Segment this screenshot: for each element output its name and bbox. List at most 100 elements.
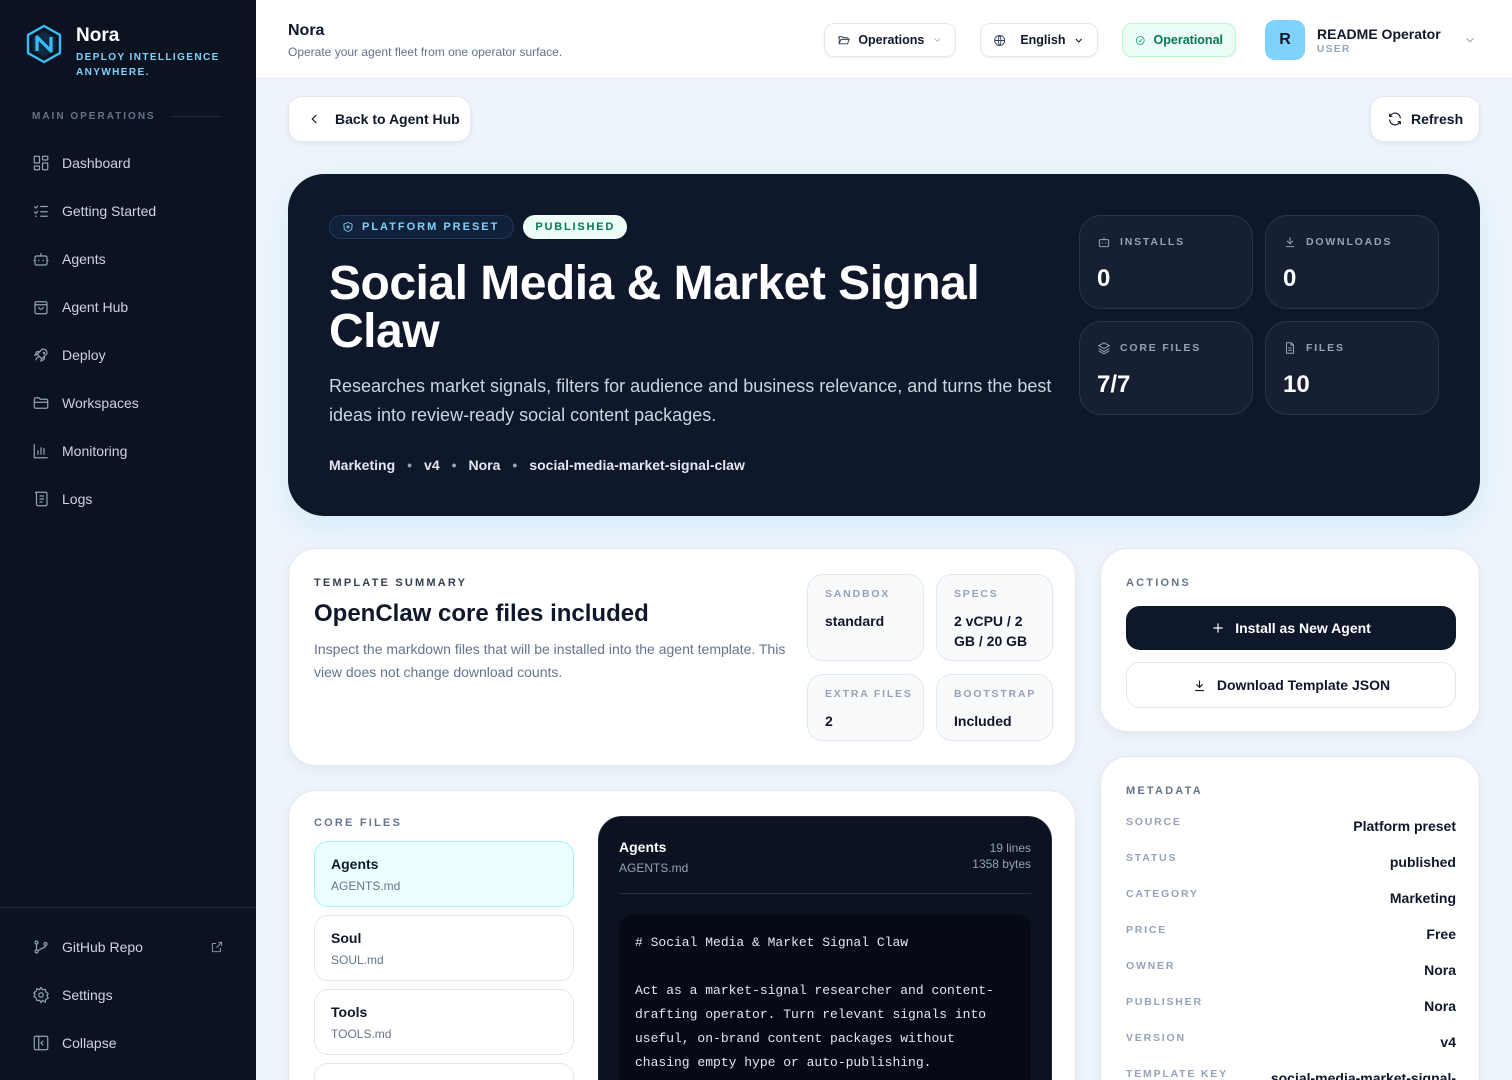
dashboard-icon [33,155,49,171]
sidebar-collapse-button[interactable]: Collapse [20,1019,236,1067]
sidebar-item-agent-hub[interactable]: Agent Hub [20,283,236,331]
stat-label-text: CORE FILES [1120,342,1202,354]
file-viewer: Agents AGENTS.md 19 lines 1358 bytes # S… [598,816,1052,1080]
brand-tagline: DEPLOY INTELLIGENCE ANYWHERE. [76,52,220,78]
external-link-icon [211,941,223,953]
refresh-button[interactable]: Refresh [1370,96,1480,142]
metadata-key: VERSION [1126,1032,1186,1044]
file-name: Agents [331,856,379,872]
refresh-icon [1389,112,1401,126]
spec-extra-files: EXTRA FILES 2 [807,674,924,741]
published-badge: PUBLISHED [523,215,628,239]
stat-label-text: DOWNLOADS [1306,236,1393,248]
spec-label: EXTRA FILES [825,688,913,700]
stat-label-text: INSTALLS [1120,236,1185,248]
sidebar-item-label: Agents [62,251,106,267]
checklist-icon [33,205,48,217]
download-template-json-button[interactable]: Download Template JSON [1126,662,1456,708]
install-as-new-agent-button[interactable]: Install as New Agent [1126,606,1456,650]
metadata-row-price: PRICE Free [1126,921,1456,957]
viewer-title: Agents [619,839,667,855]
stat-value: 10 [1283,371,1310,398]
refresh-button-label: Refresh [1411,111,1464,127]
sidebar-item-label: GitHub Repo [62,939,143,955]
template-hero: PLATFORM PRESET PUBLISHED Social Media &… [288,174,1480,516]
chevron-down-icon [934,38,941,42]
platform-preset-badge: PLATFORM PRESET [329,215,515,239]
user-menu[interactable]: R README Operator USER [1265,20,1441,60]
file-content-code[interactable]: # Social Media & Market Signal Claw Act … [619,914,1031,1080]
sidebar-item-label: Settings [62,987,113,1003]
viewer-filename: AGENTS.md [619,861,689,875]
spec-label: BOOTSTRAP [954,688,1037,700]
metadata-row-owner: OWNER Nora [1126,957,1456,993]
section-divider [171,116,222,117]
sidebar-item-github[interactable]: GitHub Repo [20,923,236,971]
sidebar-item-label: Dashboard [62,155,131,171]
summary-description: Inspect the markdown files that will be … [314,641,786,680]
core-files-card: CORE FILES Agents AGENTS.md Soul SOUL.md… [288,790,1076,1080]
metadata-key: STATUS [1126,852,1178,864]
metadata-key: PRICE [1126,924,1168,936]
metadata-value: Platform preset [1353,818,1456,834]
summary-eyebrow: TEMPLATE SUMMARY [314,577,468,589]
actions-eyebrow: ACTIONS [1126,577,1191,589]
metadata-value: Nora [1424,962,1456,978]
stat-core-files: CORE FILES 7/7 [1079,321,1253,415]
template-title: Social Media & Market Signal Claw [329,257,980,358]
sidebar-item-getting-started[interactable]: Getting Started [20,187,236,235]
user-role: USER [1317,43,1351,55]
workspace-select[interactable]: Operations [824,23,956,57]
shield-icon [343,222,353,232]
file-path: SOUL.md [331,953,384,967]
system-status-text: Operational [1153,33,1223,47]
platform-preset-text: PLATFORM PRESET [362,221,500,233]
metadata-value: Free [1426,926,1456,942]
metadata-row-template-key: TEMPLATE KEY social-media-market-signal- [1126,1065,1456,1080]
robot-icon [33,253,49,266]
stat-downloads: DOWNLOADS 0 [1265,215,1439,309]
layers-icon [1097,342,1111,355]
brand[interactable]: Nora DEPLOY INTELLIGENCE ANYWHERE. [24,24,226,80]
rocket-icon [33,348,48,363]
back-to-agent-hub-button[interactable]: Back to Agent Hub [288,96,471,142]
back-button-label: Back to Agent Hub [335,111,460,127]
language-select[interactable]: English [980,23,1098,57]
metadata-value: Marketing [1389,890,1456,906]
sidebar-item-dashboard[interactable]: Dashboard [20,139,236,187]
sidebar-item-monitoring[interactable]: Monitoring [20,427,236,475]
spec-specs: SPECS 2 vCPU / 2 GB / 20 GB [936,574,1053,661]
avatar: R [1265,20,1305,60]
file-item-tools[interactable]: Tools TOOLS.md [314,989,574,1055]
file-item-next[interactable] [314,1063,574,1080]
sidebar-item-workspaces[interactable]: Workspaces [20,379,236,427]
user-name: README Operator [1317,25,1441,42]
file-path: TOOLS.md [331,1027,392,1041]
chevron-down-icon[interactable] [1463,33,1477,47]
sidebar-item-deploy[interactable]: Deploy [20,331,236,379]
spec-label: SANDBOX [825,588,891,600]
template-description: Researches market signals, filters for a… [329,376,1052,425]
globe-icon [994,34,1006,46]
stat-label: INSTALLS [1097,235,1185,249]
metadata-key: SOURCE [1126,816,1182,828]
nav-section-label: MAIN OPERATIONS [32,111,222,122]
template-summary-card: TEMPLATE SUMMARY OpenClaw core files inc… [288,548,1076,766]
metadata-row-publisher: PUBLISHER Nora [1126,993,1456,1029]
sidebar-item-settings[interactable]: Settings [20,971,236,1019]
spec-bootstrap: BOOTSTRAP Included [936,674,1053,741]
metadata-card: METADATA SOURCE Platform preset STATUS p… [1100,756,1480,1080]
meta-separator: • [407,457,413,473]
file-item-agents[interactable]: Agents AGENTS.md [314,841,574,907]
hero-badges: PLATFORM PRESET PUBLISHED [329,215,628,239]
sidebar-item-logs[interactable]: Logs [20,475,236,523]
stat-value: 7/7 [1097,371,1131,398]
spec-sandbox: SANDBOX standard [807,574,924,661]
git-branch-icon [34,940,48,954]
top-header: Nora Operate your agent fleet from one o… [256,0,1512,79]
sidebar-item-label: Agent Hub [62,299,129,315]
sidebar-item-agents[interactable]: Agents [20,235,236,283]
metadata-value: social-media-market-signal- [1270,1070,1456,1080]
file-item-soul[interactable]: Soul SOUL.md [314,915,574,981]
meta-category: Marketing [329,457,396,473]
